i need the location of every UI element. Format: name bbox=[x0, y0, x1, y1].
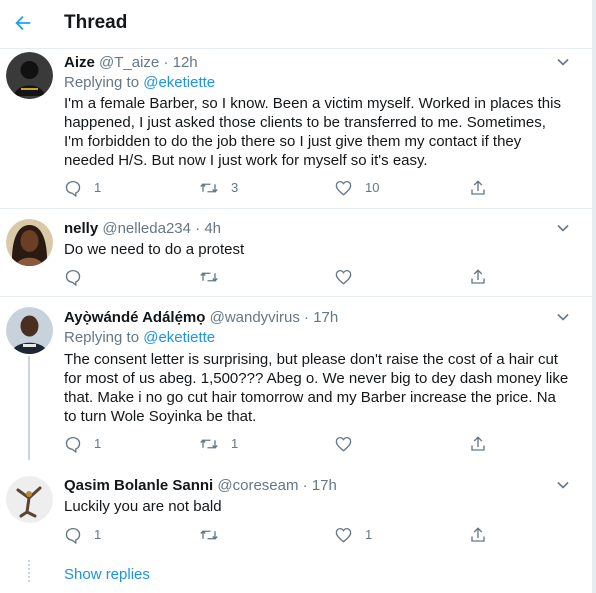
tweet-coreseam[interactable]: Qasim Bolanle Sanni @coreseam · 17h Luck… bbox=[0, 470, 592, 560]
window-edge bbox=[592, 0, 596, 593]
chevron-down-icon[interactable] bbox=[556, 221, 570, 235]
thread-connector bbox=[28, 356, 30, 460]
thread-continuation-dots bbox=[28, 560, 30, 584]
retweet-icon bbox=[200, 439, 218, 449]
separator-dot: · bbox=[195, 220, 201, 237]
like-button[interactable]: 1 bbox=[334, 526, 372, 544]
retweet-button[interactable] bbox=[199, 526, 231, 544]
share-icon bbox=[471, 527, 485, 542]
reply-button[interactable]: 1 bbox=[64, 526, 101, 544]
reply-icon bbox=[65, 436, 81, 453]
display-name[interactable]: Aize bbox=[64, 54, 95, 71]
timestamp[interactable]: 17h bbox=[313, 309, 338, 326]
replying-to-label: Replying to bbox=[64, 74, 140, 91]
tweet-wandyvirus[interactable]: Ayọ̀wándé Adálẹ́mọ @wandyvirus · 17h Rep… bbox=[0, 298, 592, 460]
share-icon bbox=[471, 180, 485, 195]
mention-link[interactable]: @eketiette bbox=[143, 329, 215, 346]
reply-count: 1 bbox=[94, 180, 102, 195]
like-button[interactable] bbox=[334, 268, 365, 286]
separator-dot: · bbox=[163, 54, 169, 71]
avatar-coreseam-icon bbox=[6, 476, 53, 523]
like-count: 1 bbox=[365, 527, 373, 542]
heart-icon bbox=[335, 527, 352, 543]
chevron-down-icon[interactable] bbox=[556, 310, 570, 324]
separator-dot: · bbox=[304, 309, 310, 326]
reply-button[interactable] bbox=[64, 268, 94, 286]
reply-button[interactable]: 1 bbox=[64, 435, 101, 453]
display-name[interactable]: nelly bbox=[64, 220, 98, 237]
tweet-actions: 1 3 10 bbox=[64, 179, 534, 199]
share-button[interactable] bbox=[469, 179, 487, 197]
tweet-text: Do we need to do a protest bbox=[64, 241, 245, 258]
share-button[interactable] bbox=[469, 526, 487, 544]
replying-to: Replying to @eketiette bbox=[64, 329, 215, 347]
tweet-text: I'm a female Barber, so I know. Been a v… bbox=[64, 95, 561, 169]
replying-to: Replying to @eketiette bbox=[64, 74, 215, 92]
tweet-actions: 1 1 bbox=[64, 526, 534, 546]
user-handle[interactable]: @nelleda234 bbox=[102, 220, 191, 237]
retweet-button[interactable] bbox=[199, 268, 231, 286]
retweet-icon bbox=[200, 530, 218, 540]
back-arrow-icon bbox=[15, 15, 31, 31]
avatar[interactable] bbox=[6, 52, 53, 99]
like-count: 10 bbox=[365, 180, 380, 195]
retweet-icon bbox=[200, 183, 218, 193]
display-name[interactable]: Qasim Bolanle Sanni bbox=[64, 477, 213, 494]
chevron-down-icon[interactable] bbox=[556, 478, 570, 492]
retweet-icon bbox=[200, 272, 218, 282]
retweet-button[interactable]: 1 bbox=[199, 435, 238, 453]
avatar-nelly-icon bbox=[6, 219, 53, 266]
timestamp[interactable]: 12h bbox=[173, 54, 198, 71]
heart-icon bbox=[335, 180, 352, 196]
reply-button[interactable]: 1 bbox=[64, 179, 101, 197]
avatar-wandyvirus-icon bbox=[6, 307, 53, 354]
heart-icon bbox=[335, 436, 352, 452]
avatar[interactable] bbox=[6, 219, 53, 266]
reply-icon bbox=[65, 269, 81, 286]
like-button[interactable]: 10 bbox=[334, 179, 379, 197]
thread-header: Thread bbox=[0, 0, 592, 49]
timestamp[interactable]: 4h bbox=[204, 220, 221, 237]
reply-icon bbox=[65, 180, 81, 197]
chevron-down-icon[interactable] bbox=[556, 55, 570, 69]
share-icon bbox=[471, 436, 485, 451]
retweet-count: 3 bbox=[231, 180, 239, 195]
user-handle[interactable]: @coreseam bbox=[217, 477, 298, 494]
retweet-count: 1 bbox=[231, 436, 239, 451]
reply-icon bbox=[65, 527, 81, 544]
share-icon bbox=[471, 269, 485, 284]
user-handle[interactable]: @wandyvirus bbox=[210, 309, 300, 326]
separator-dot: · bbox=[302, 477, 308, 494]
back-button[interactable] bbox=[10, 10, 36, 36]
user-handle[interactable]: @T_aize bbox=[99, 54, 159, 71]
share-button[interactable] bbox=[469, 268, 487, 286]
retweet-button[interactable]: 3 bbox=[199, 179, 238, 197]
heart-icon bbox=[335, 269, 352, 285]
avatar[interactable] bbox=[6, 307, 53, 354]
tweet-aize[interactable]: Aize @T_aize · 12h Replying to @eketiett… bbox=[0, 49, 592, 209]
like-button[interactable] bbox=[334, 435, 365, 453]
tweet-text: Luckily you are not bald bbox=[64, 498, 222, 515]
tweet-actions: 1 1 bbox=[64, 435, 534, 455]
reply-count: 1 bbox=[94, 436, 102, 451]
avatar-aize-icon bbox=[6, 52, 53, 99]
replying-to-label: Replying to bbox=[64, 329, 140, 346]
avatar[interactable] bbox=[6, 476, 53, 523]
tweet-actions bbox=[64, 268, 534, 288]
display-name[interactable]: Ayọ̀wándé Adálẹ́mọ bbox=[64, 309, 205, 326]
tweet-nelly[interactable]: nelly @nelleda234 · 4h Do we need to do … bbox=[0, 210, 592, 297]
reply-count: 1 bbox=[94, 527, 102, 542]
tweet-text: The consent letter is surprising, but pl… bbox=[64, 351, 569, 425]
page-title: Thread bbox=[64, 12, 128, 33]
timestamp[interactable]: 17h bbox=[312, 477, 337, 494]
share-button[interactable] bbox=[469, 435, 487, 453]
mention-link[interactable]: @eketiette bbox=[143, 74, 215, 91]
show-replies-link[interactable]: Show replies bbox=[64, 566, 150, 583]
